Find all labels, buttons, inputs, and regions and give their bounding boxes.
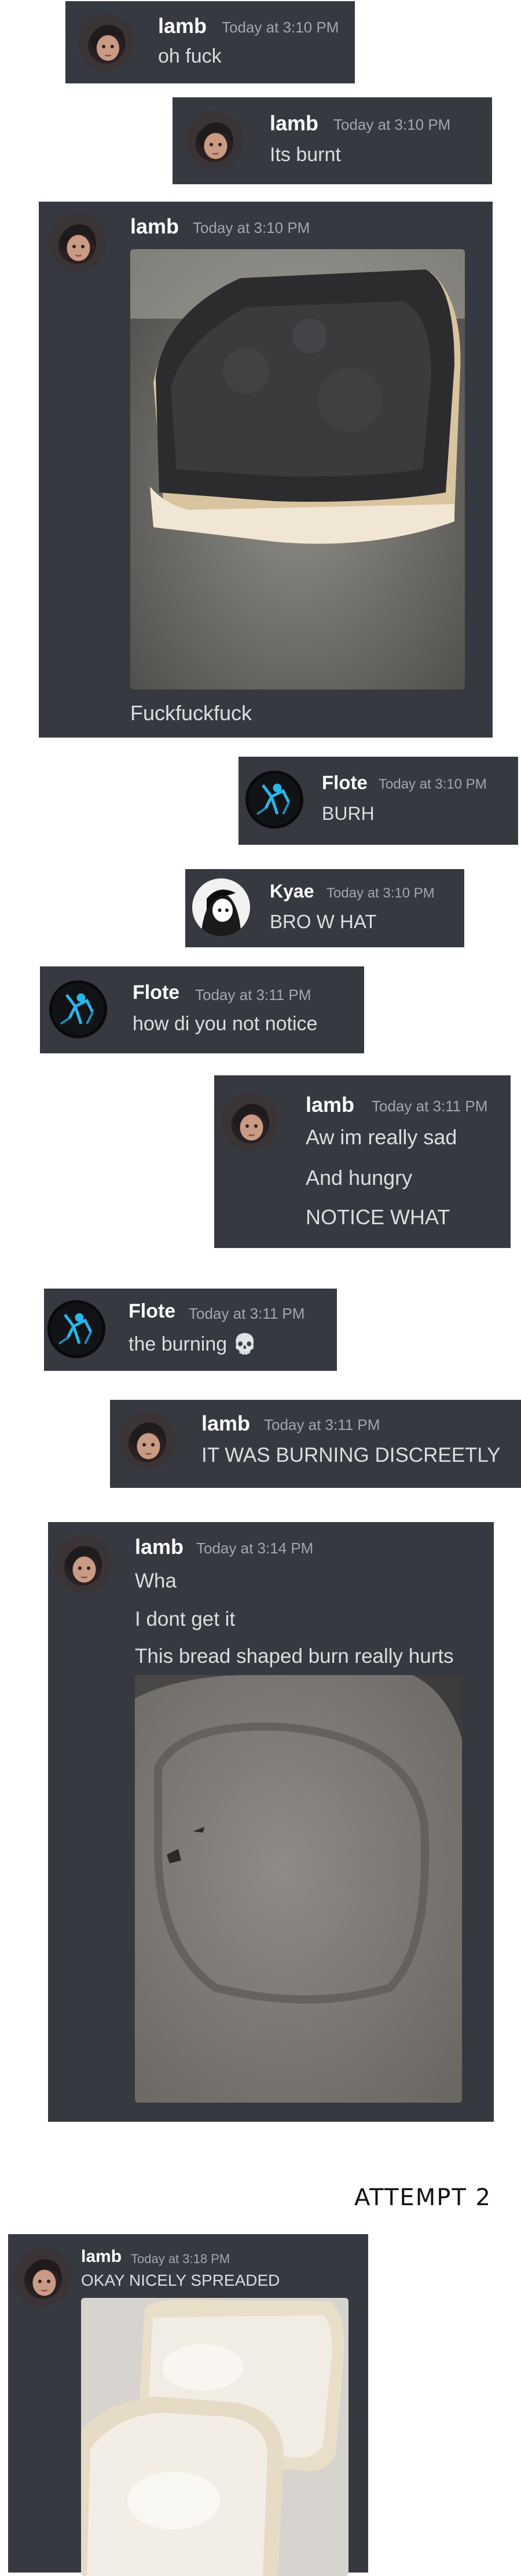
- message-4: Kyae Today at 3:10 PM BRO W HAT: [185, 869, 464, 947]
- avatar-flote-icon[interactable]: [49, 980, 107, 1038]
- author-name[interactable]: lamb: [81, 2247, 122, 2267]
- author-name[interactable]: Flote: [133, 981, 179, 1004]
- message-2: lamb Today at 3:10 PM Fuckfuckfuck: [39, 202, 493, 738]
- message-line: OKAY NICELY SPREADED: [81, 2271, 280, 2289]
- message-line: Its burnt: [270, 144, 341, 166]
- avatar-lamb-icon[interactable]: [185, 111, 243, 169]
- message-9: lamb Today at 3:14 PM Wha I dont get it …: [48, 1522, 494, 2122]
- message-7: Flote Today at 3:11 PM the burning 💀: [44, 1289, 337, 1371]
- message-line: the burning 💀: [129, 1333, 257, 1355]
- message-line: I dont get it: [135, 1608, 236, 1630]
- burnt-toast-image[interactable]: [130, 249, 465, 689]
- author-name[interactable]: Kyae: [270, 881, 314, 902]
- timestamp: Today at 3:11 PM: [189, 1305, 305, 1322]
- message-8: lamb Today at 3:11 PM IT WAS BURNING DIS…: [110, 1400, 521, 1488]
- author-name[interactable]: lamb: [201, 1411, 250, 1436]
- buttered-bread-image[interactable]: [81, 2298, 348, 2576]
- avatar-lamb-icon[interactable]: [118, 1411, 176, 1469]
- author-name[interactable]: lamb: [270, 111, 318, 136]
- author-name[interactable]: Flote: [322, 772, 368, 794]
- timestamp: Today at 3:10 PM: [379, 776, 487, 792]
- avatar-lamb-icon[interactable]: [48, 213, 106, 271]
- message-1: lamb Today at 3:10 PM Its burnt: [173, 97, 492, 184]
- avatar-kyae-icon[interactable]: [192, 878, 250, 936]
- message-line: Wha: [135, 1570, 177, 1592]
- timestamp: Today at 3:11 PM: [195, 986, 311, 1004]
- message-line: BURH: [322, 803, 375, 824]
- avatar-lamb-icon[interactable]: [78, 14, 135, 71]
- timestamp: Today at 3:10 PM: [333, 116, 451, 133]
- timestamp: Today at 3:14 PM: [196, 1539, 314, 1557]
- author-name[interactable]: lamb: [158, 14, 207, 38]
- author-name[interactable]: lamb: [306, 1093, 354, 1117]
- message-line: This bread shaped burn really hurts: [135, 1645, 454, 1668]
- avatar-flote-icon[interactable]: [245, 771, 303, 829]
- message-line: oh fuck: [158, 45, 222, 67]
- timestamp: Today at 3:11 PM: [264, 1416, 380, 1433]
- message-line: how di you not notice: [133, 1013, 318, 1035]
- burn-mark-pan-image[interactable]: [135, 1675, 462, 2103]
- avatar-flote-icon[interactable]: [47, 1300, 105, 1358]
- avatar-lamb-icon[interactable]: [54, 1535, 112, 1593]
- avatar-lamb-icon[interactable]: [14, 2248, 72, 2306]
- author-name[interactable]: lamb: [135, 1535, 184, 1559]
- timestamp: Today at 3:10 PM: [222, 19, 339, 36]
- author-name[interactable]: lamb: [130, 214, 179, 239]
- message-line: Fuckfuckfuck: [130, 701, 252, 725]
- author-name[interactable]: Flote: [129, 1300, 175, 1323]
- attempt-caption: ATTEMPT 2: [354, 2184, 491, 2211]
- message-line: IT WAS BURNING DISCREETLY: [201, 1444, 501, 1466]
- message-line: NOTICE WHAT: [306, 1205, 450, 1229]
- message-line: Aw im really sad: [306, 1125, 457, 1149]
- message-10: lamb Today at 3:18 PM OKAY NICELY SPREAD…: [8, 2234, 368, 2576]
- message-0: lamb Today at 3:10 PM oh fuck: [65, 1, 355, 83]
- timestamp: Today at 3:10 PM: [326, 885, 435, 901]
- message-6: lamb Today at 3:11 PM Aw im really sad A…: [214, 1075, 511, 1248]
- timestamp: Today at 3:10 PM: [193, 219, 310, 236]
- avatar-lamb-icon[interactable]: [221, 1093, 279, 1151]
- message-5: Flote Today at 3:11 PM how di you not no…: [40, 966, 364, 1053]
- message-3: Flote Today at 3:10 PM BURH: [239, 757, 518, 845]
- message-line: BRO W HAT: [270, 911, 377, 932]
- timestamp: Today at 3:18 PM: [131, 2252, 230, 2266]
- message-line: And hungry: [306, 1166, 413, 1190]
- timestamp: Today at 3:11 PM: [372, 1097, 488, 1115]
